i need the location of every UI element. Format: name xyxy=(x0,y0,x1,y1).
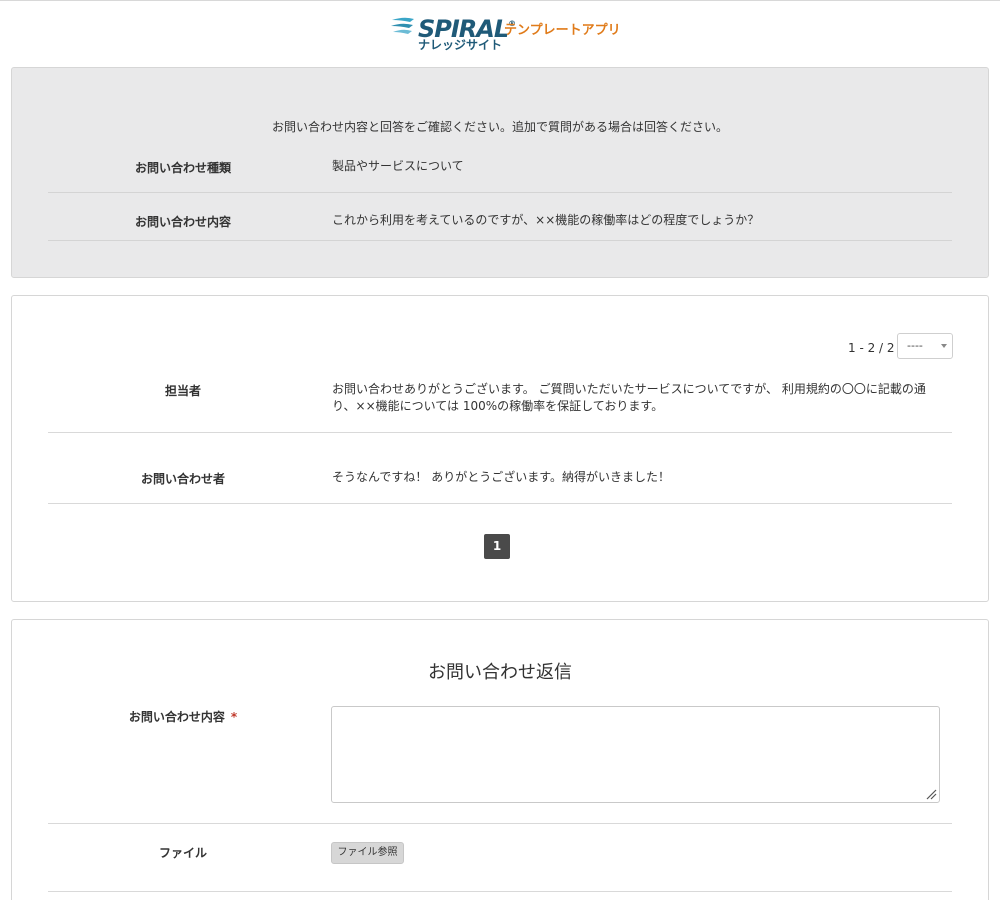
pagination-page-button[interactable]: 1 xyxy=(484,534,510,559)
paging-count: 1 - 2 / 2 xyxy=(848,341,895,355)
file-browse-button[interactable]: ファイル参照 xyxy=(331,842,404,864)
inquiry-type-value: 製品やサービスについて xyxy=(332,159,464,173)
inquiry-summary-panel: お問い合わせ内容と回答をご確認ください。追加で質問がある場合は回答ください。 お… xyxy=(11,67,989,278)
logo-app-name: テンプレートアプリ xyxy=(504,23,621,38)
message-sender-label: 担当者 xyxy=(164,384,201,398)
inquiry-content-label: お問い合わせ内容 xyxy=(134,215,231,229)
divider xyxy=(48,192,952,193)
divider xyxy=(48,891,952,892)
file-label: ファイル xyxy=(158,846,207,860)
spiral-logo-icon xyxy=(391,17,414,34)
reply-form-title: お問い合わせ返信 xyxy=(428,662,572,683)
message-text: そうなんですね！ ありがとうございます。納得がいきました！ xyxy=(332,470,671,484)
divider xyxy=(48,823,952,824)
reply-content-label-text: お問い合わせ内容 xyxy=(128,710,225,724)
reply-content-textarea[interactable] xyxy=(331,706,940,803)
inquiry-content-value: これから利用を考えているのですが、××機能の稼働率はどの程度でしょうか？ xyxy=(332,213,760,227)
message-text: お問い合わせありがとうございます。 ご質問いただいたサービスについてですが、 利… xyxy=(332,381,932,415)
message-text-line: お問い合わせありがとうございます。 ご質問いただいたサービスについてですが、 利… xyxy=(332,382,926,396)
top-border xyxy=(0,0,1000,1)
reply-content-label: お問い合わせ内容 * xyxy=(48,708,318,725)
divider xyxy=(48,503,952,504)
inquiry-type-label: お問い合わせ種類 xyxy=(134,161,231,175)
required-mark: * xyxy=(230,710,238,724)
site-logo[interactable]: SPIRAL® ナレッジサイト テンプレートアプリ xyxy=(388,12,621,54)
message-text-line: り、××機能については 100%の稼働率を保証しております。 xyxy=(332,399,664,413)
page-size-value: ---- xyxy=(907,339,923,352)
dropdown-caret-icon xyxy=(941,344,947,348)
inquiry-notice: お問い合わせ内容と回答をご確認ください。追加で質問がある場合は回答ください。 xyxy=(271,120,728,134)
message-sender-label: お問い合わせ者 xyxy=(140,472,225,486)
page-size-select[interactable]: ---- xyxy=(897,333,953,359)
reply-form-panel: お問い合わせ返信 お問い合わせ内容 * ファイル ファイル参照 xyxy=(11,619,989,900)
divider xyxy=(48,240,952,241)
logo-subtitle: ナレッジサイト xyxy=(418,38,503,52)
resize-grip-icon[interactable] xyxy=(925,788,937,800)
message-thread-panel: 1 - 2 / 2 ---- 担当者 お問い合わせありがとうございます。 ご質問… xyxy=(11,295,989,602)
divider xyxy=(48,432,952,433)
